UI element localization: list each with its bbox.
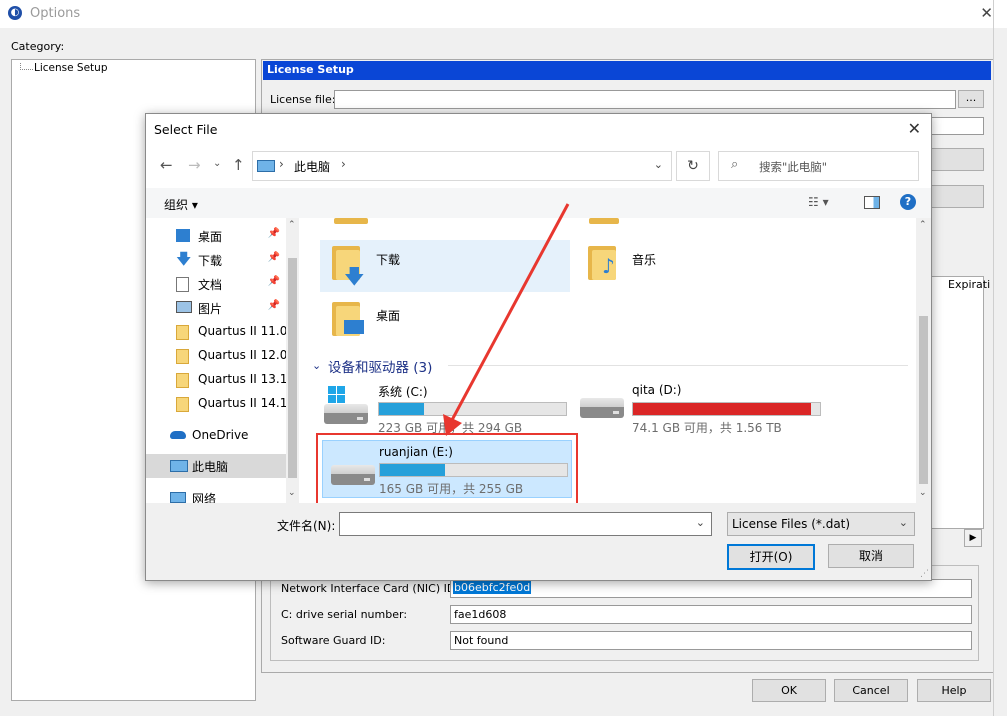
nic-field[interactable]: b06ebfc2fe0d [450, 579, 972, 598]
window-close-button[interactable]: ✕ [980, 4, 993, 22]
serial-value: fae1d608 [454, 608, 507, 621]
help-button[interactable]: Help [917, 679, 991, 702]
tree-connector [20, 63, 33, 70]
window-border [993, 0, 1007, 716]
dialog-cancel-button[interactable]: 取消 [828, 544, 914, 568]
filename-input[interactable]: ⌄ [339, 512, 712, 536]
ok-button[interactable]: OK [752, 679, 826, 702]
license-file-label: License file: [270, 93, 336, 106]
tree-item-license-setup[interactable]: License Setup [34, 62, 108, 74]
nic-value: b06ebfc2fe0d [453, 581, 532, 594]
guard-label: Software Guard ID: [281, 634, 386, 647]
guard-value: Not found [454, 634, 509, 647]
guard-field[interactable]: Not found [450, 631, 972, 650]
serial-field[interactable]: fae1d608 [450, 605, 972, 624]
license-file-input[interactable] [334, 90, 956, 109]
nic-label: Network Interface Card (NIC) ID: [281, 582, 460, 595]
side-button-2[interactable] [930, 185, 984, 208]
side-button-1[interactable] [930, 148, 984, 171]
section-header: License Setup [263, 61, 991, 80]
dialog-bottom-bar: 文件名(N): ⌄ License Files (*.dat) ⌄ 打开(O) … [146, 503, 931, 580]
select-file-dialog: Select File ✕ ← → ⌄ ↑ › 此电脑 › ⌄ ↻ ⌕ 搜索"此… [145, 113, 932, 581]
cancel-button[interactable]: Cancel [834, 679, 908, 702]
open-button[interactable]: 打开(O) [727, 544, 815, 570]
resize-grip-icon[interactable]: ⋰ [920, 569, 929, 579]
file-type-dropdown-icon[interactable]: ⌄ [899, 516, 908, 529]
license-list [930, 292, 984, 529]
window-title: Options [30, 6, 81, 21]
filename-label: 文件名(N): [277, 519, 336, 533]
filename-dropdown-icon[interactable]: ⌄ [696, 516, 705, 529]
browse-button[interactable]: ... [958, 90, 984, 108]
scroll-right-icon[interactable]: ▶ [964, 529, 982, 547]
category-label: Category: [11, 40, 65, 53]
serial-label: C: drive serial number: [281, 608, 408, 621]
app-logo-icon: ◐ [8, 6, 22, 20]
section-title: License Setup [267, 63, 354, 76]
side-field[interactable] [930, 117, 984, 135]
file-type-select[interactable]: License Files (*.dat) ⌄ [727, 512, 915, 536]
title-bar: ◐ Options ✕ [0, 0, 1007, 28]
